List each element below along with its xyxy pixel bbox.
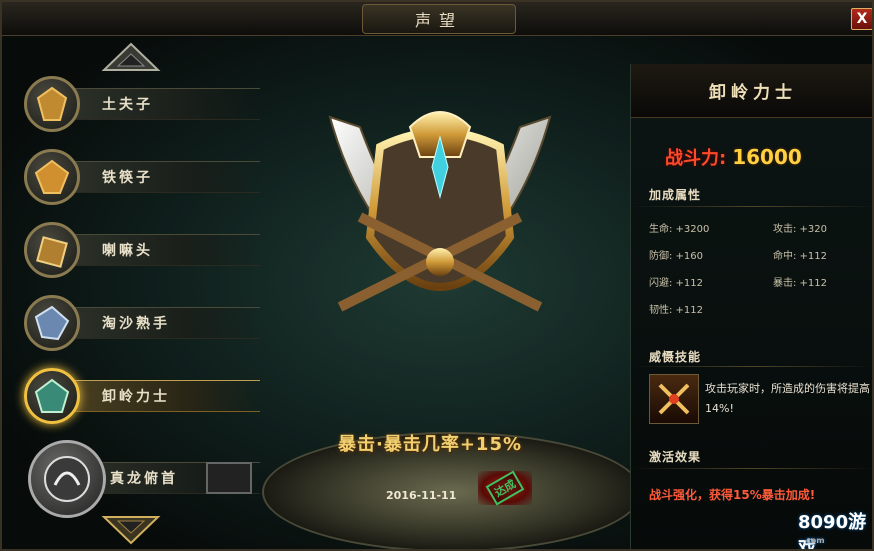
stat-right: 命中: +112 xyxy=(773,251,828,262)
site-logo: 8090游戏 com xyxy=(798,508,872,549)
stat-row: 生命: +3200 攻击: +320 xyxy=(649,220,872,240)
crossed-blades-emblem-icon xyxy=(328,111,552,312)
attr-title: 加成属性 xyxy=(649,188,702,202)
reputation-window: 声望 X 土夫子 铁筷子 喇嘛头 淘沙熟手 卸岭力士 真龙俯首 暴击·暴击几率+… xyxy=(0,0,874,551)
detail-panel: 卸岭力士 战斗力: 16000 加成属性 生命: +3200 攻击: +320 … xyxy=(630,64,872,549)
stat-left: 闪避: +112 xyxy=(649,278,704,289)
skill-title: 威慑技能 xyxy=(649,350,702,364)
rank-item-5[interactable]: 真龙俯首 xyxy=(20,440,260,518)
stat-left: 防御: +160 xyxy=(649,251,704,262)
rank-bar xyxy=(70,88,260,120)
rank-label: 淘沙熟手 xyxy=(102,316,170,332)
rank-label: 卸岭力士 xyxy=(102,389,170,405)
rank-bar xyxy=(70,161,260,193)
iron-badge-icon xyxy=(24,149,80,205)
stat-right: 攻击: +320 xyxy=(773,224,828,235)
divider xyxy=(631,206,872,207)
reached-stamp: 达成 xyxy=(478,470,532,506)
rank-label: 真龙俯首 xyxy=(110,471,178,487)
effect-text: 战斗强化，获得15%暴击加成! xyxy=(649,488,816,502)
rank-item-1[interactable]: 铁筷子 xyxy=(20,145,260,207)
close-button[interactable]: X xyxy=(851,8,872,30)
rank-label: 铁筷子 xyxy=(102,170,153,186)
rank-bar xyxy=(70,234,260,266)
skill-description: 攻击玩家时，所造成的伤害将提高14%! xyxy=(705,382,870,415)
logo-number: 8090 xyxy=(798,512,849,533)
scroll-down-button[interactable] xyxy=(100,515,162,545)
bonus-text: 暴击·暴击几率+15% xyxy=(338,434,523,455)
power-value: 16000 xyxy=(732,145,802,169)
stat-row: 防御: +160 命中: +112 xyxy=(649,247,872,267)
effect-title: 激活效果 xyxy=(649,450,702,464)
power-label: 战斗力: xyxy=(665,148,727,169)
rank-label: 土夫子 xyxy=(102,97,153,113)
lama-badge-icon xyxy=(24,222,80,278)
rank-item-3[interactable]: 淘沙熟手 xyxy=(20,291,260,353)
logo-sub: com xyxy=(806,536,825,545)
jade-badge-icon xyxy=(24,368,80,424)
rank-name: 卸岭力士 xyxy=(631,64,872,118)
stat-row: 韧性: +112 xyxy=(649,301,872,321)
crossed-swords-skill-icon[interactable] xyxy=(649,374,699,424)
rank-item-0[interactable]: 土夫子 xyxy=(20,72,260,134)
arrow-down-icon xyxy=(101,516,161,545)
rank-item-2[interactable]: 喇嘛头 xyxy=(20,218,260,280)
arrow-up-icon xyxy=(101,42,161,71)
crystal-badge-icon xyxy=(24,295,80,351)
dragon-badge-icon xyxy=(28,440,106,518)
power-row: 战斗力: 16000 xyxy=(665,144,802,170)
stat-left: 韧性: +112 xyxy=(649,305,704,316)
divider xyxy=(631,366,872,367)
stat-right: 暴击: +112 xyxy=(773,278,828,289)
stamp-label: 达成 xyxy=(485,470,525,506)
stat-left: 生命: +3200 xyxy=(649,224,710,235)
window-title: 声望 xyxy=(362,4,516,34)
achieved-date: 2016-11-11 xyxy=(386,489,457,502)
gate-icon xyxy=(206,462,252,494)
divider xyxy=(631,468,872,469)
rank-label: 喇嘛头 xyxy=(102,243,153,259)
scroll-up-button[interactable] xyxy=(100,42,162,72)
title-bar: 声望 X xyxy=(2,2,872,36)
shovel-badge-icon xyxy=(24,76,80,132)
rank-item-4[interactable]: 卸岭力士 xyxy=(20,364,260,426)
stat-row: 闪避: +112 暴击: +112 xyxy=(649,274,872,294)
